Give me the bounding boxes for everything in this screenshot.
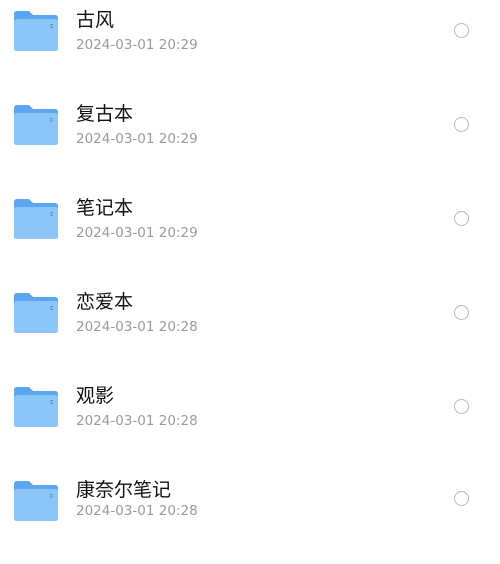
- select-radio-icon[interactable]: [454, 211, 469, 226]
- folder-modified-date: 2024-03-01 20:28: [76, 413, 198, 429]
- folder-icon: [12, 104, 60, 146]
- select-radio-icon[interactable]: [454, 399, 469, 414]
- folder-modified-date: 2024-03-01 20:28: [76, 319, 198, 335]
- folder-row[interactable]: 恋爱本 2024-03-01 20:28: [0, 282, 500, 376]
- folder-name: 古风: [76, 9, 115, 31]
- select-radio-icon[interactable]: [454, 491, 469, 506]
- folder-name: 观影: [76, 385, 115, 407]
- folder-name: 康奈尔笔记: [76, 479, 172, 501]
- folder-name: 笔记本: [76, 197, 134, 219]
- select-radio-icon[interactable]: [454, 117, 469, 132]
- folder-icon: [12, 10, 60, 52]
- folder-icon: [12, 386, 60, 428]
- folder-modified-date: 2024-03-01 20:28: [76, 503, 198, 519]
- folder-row[interactable]: 古风 2024-03-01 20:29: [0, 0, 500, 94]
- folder-icon: [12, 292, 60, 334]
- select-radio-icon[interactable]: [454, 23, 469, 38]
- folder-row[interactable]: 观影 2024-03-01 20:28: [0, 376, 500, 470]
- folder-row[interactable]: 复古本 2024-03-01 20:29: [0, 94, 500, 188]
- folder-icon: [12, 480, 60, 522]
- folder-name: 复古本: [76, 103, 134, 125]
- folder-row[interactable]: 康奈尔笔记 2024-03-01 20:28: [0, 470, 500, 564]
- select-radio-icon[interactable]: [454, 305, 469, 320]
- folder-icon: [12, 198, 60, 240]
- folder-name: 恋爱本: [76, 291, 134, 313]
- folder-modified-date: 2024-03-01 20:29: [76, 225, 198, 241]
- folder-modified-date: 2024-03-01 20:29: [76, 131, 198, 147]
- folder-modified-date: 2024-03-01 20:29: [76, 37, 198, 53]
- folder-row[interactable]: 笔记本 2024-03-01 20:29: [0, 188, 500, 282]
